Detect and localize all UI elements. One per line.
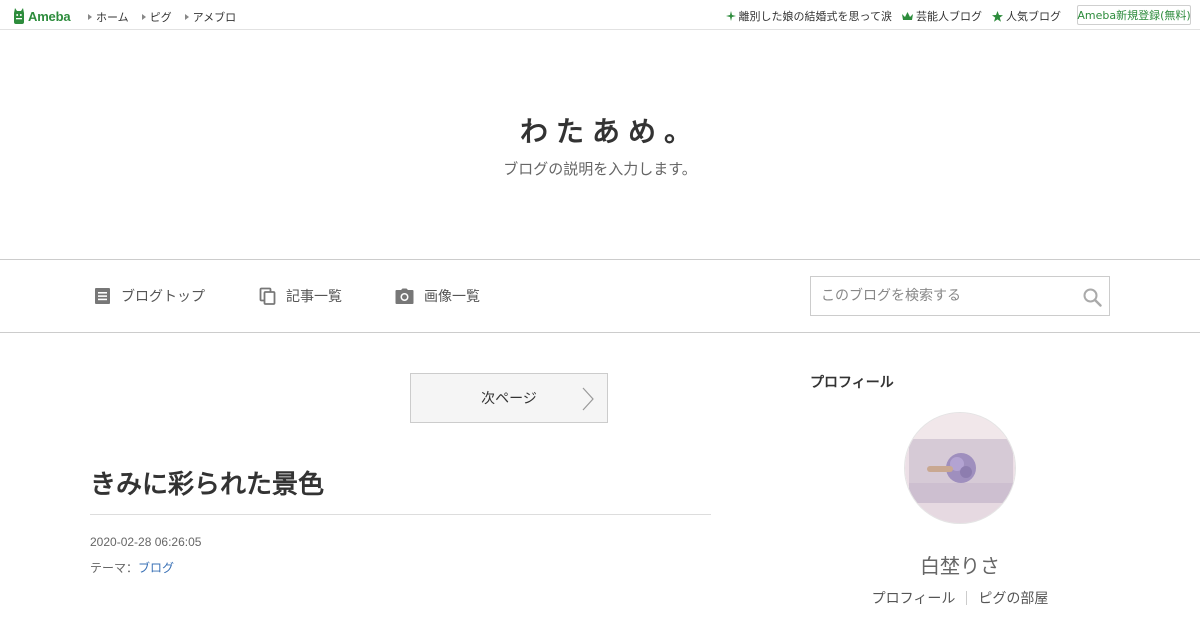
celebrity-blog-label: 芸能人ブログ xyxy=(916,10,982,23)
sparkle-icon xyxy=(725,11,736,21)
link-separator xyxy=(966,591,968,605)
gnav-pigg[interactable]: ピグ xyxy=(141,9,172,25)
gnav-ameblo[interactable]: アメブロ xyxy=(184,9,237,25)
entry-theme-label: テーマ： xyxy=(90,561,139,575)
blog-nav: ブログトップ 記事一覧 画像一覧 xyxy=(0,259,1200,333)
popular-blog-label: 人気ブログ xyxy=(1006,10,1061,23)
next-page-label: 次ページ xyxy=(481,391,537,407)
blog-search xyxy=(810,276,1110,316)
nav-entry-list-label: 記事一覧 xyxy=(286,289,342,305)
trending-link[interactable]: 離別した娘の結婚式を思って涙 xyxy=(725,8,892,24)
blog-description: ブログの説明を入力します。 xyxy=(503,160,697,178)
nav-blog-top-label: ブログトップ xyxy=(121,289,205,305)
copy-icon xyxy=(259,287,276,305)
chevron-right-icon xyxy=(582,387,594,411)
nav-blog-top[interactable]: ブログトップ xyxy=(94,286,205,306)
nav-image-list[interactable]: 画像一覧 xyxy=(395,286,480,306)
entry-date: 2020-02-28 06:26:05 xyxy=(90,535,202,549)
triangle-right-icon xyxy=(184,14,189,20)
triangle-right-icon xyxy=(141,14,146,20)
search-button[interactable] xyxy=(1081,286,1103,308)
gnav-pigg-label: ピグ xyxy=(149,11,172,24)
profile-links: プロフィール ピグの部屋 xyxy=(810,588,1110,608)
entry-theme-link[interactable]: ブログ xyxy=(138,561,174,575)
entry-divider xyxy=(90,514,711,515)
search-icon xyxy=(1083,288,1102,307)
profile-link[interactable]: プロフィール xyxy=(872,588,956,608)
gnav-home-label: ホーム xyxy=(96,11,129,24)
next-page-button[interactable]: 次ページ xyxy=(410,373,608,423)
profile-name[interactable]: 白埜りさ xyxy=(810,550,1110,579)
ameba-logo[interactable]: Ameba xyxy=(13,6,71,26)
global-header: Ameba ホーム ピグ アメブロ 離別した娘の結婚式を思って涙 芸能人ブログ … xyxy=(0,0,1200,30)
blog-title[interactable]: わたあめ。 xyxy=(0,110,1200,150)
nav-entry-list[interactable]: 記事一覧 xyxy=(259,286,342,306)
register-button[interactable]: Ameba新規登録(無料) xyxy=(1077,5,1191,25)
profile-heading: プロフィール xyxy=(810,375,894,391)
global-right-links: 離別した娘の結婚式を思って涙 芸能人ブログ 人気ブログ xyxy=(716,8,1061,24)
gnav-home[interactable]: ホーム xyxy=(88,9,129,25)
pigg-room-link[interactable]: ピグの部屋 xyxy=(978,588,1048,608)
entry-theme: テーマ：ブログ xyxy=(90,559,174,576)
logo-text: Ameba xyxy=(28,8,71,24)
document-icon xyxy=(95,288,110,304)
ameba-mascot-icon xyxy=(14,8,24,24)
crown-icon xyxy=(902,11,913,20)
triangle-right-icon xyxy=(88,14,92,20)
gnav-ameblo-label: アメブロ xyxy=(192,11,237,24)
nav-image-list-label: 画像一覧 xyxy=(424,289,480,305)
blog-search-input[interactable] xyxy=(811,277,1077,315)
trending-link-label: 離別した娘の結婚式を思って涙 xyxy=(738,10,892,23)
celebrity-blog-link[interactable]: 芸能人ブログ xyxy=(902,8,982,24)
entry-title[interactable]: きみに彩られた景色 xyxy=(90,464,324,501)
camera-icon xyxy=(395,288,414,304)
global-nav: ホーム ピグ アメブロ xyxy=(88,9,249,25)
popular-blog-link[interactable]: 人気ブログ xyxy=(992,8,1061,24)
star-icon xyxy=(992,10,1003,22)
profile-photo xyxy=(905,413,1015,523)
avatar[interactable] xyxy=(904,412,1016,524)
